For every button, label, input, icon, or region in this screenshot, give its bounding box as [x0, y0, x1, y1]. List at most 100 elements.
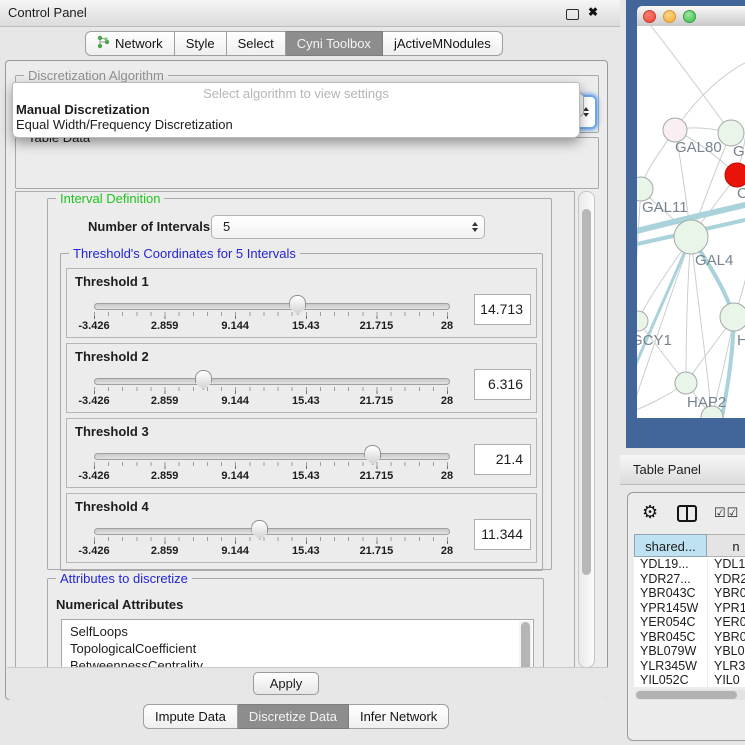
apply-button[interactable]: Apply [253, 672, 319, 695]
column-header[interactable]: shared... [634, 534, 707, 557]
tick-label: 2.859 [151, 545, 179, 557]
slider-track[interactable] [94, 453, 450, 460]
table-row[interactable]: YPR145WYPR1 [634, 601, 745, 616]
attributes-group-label: Attributes to discretize [56, 571, 192, 586]
vertical-scrollbar-thumb[interactable] [582, 209, 591, 575]
network-node-label: GAL80 [675, 139, 722, 156]
number-of-intervals-select[interactable]: 5 [211, 215, 485, 239]
apply-strip: Apply [7, 667, 608, 700]
table-row[interactable]: YLR345WYLR3 [634, 659, 745, 674]
thresholds-group: Threshold's Coordinates for 5 Intervals … [60, 253, 543, 571]
table-row[interactable]: YBL079WYBL0 [634, 644, 745, 659]
network-node[interactable] [637, 177, 653, 201]
tick-label: 9.144 [221, 395, 249, 407]
attribute-item[interactable]: TopologicalCoefficient [62, 640, 533, 657]
node-table: shared...n YDL19...YDL1YDR27...YDR2YBR04… [634, 534, 745, 687]
slider-track[interactable] [94, 378, 450, 385]
table-cell: YBR045C [634, 630, 708, 645]
threshold-label: Threshold 4 [75, 499, 149, 514]
network-edge[interactable] [637, 189, 641, 326]
minimize-traffic-light-icon[interactable] [663, 10, 676, 23]
checkboxes-icon[interactable]: ☑☑ [714, 505, 739, 521]
tab-jactivemnodules[interactable]: jActiveMNodules [383, 31, 503, 56]
network-edge[interactable] [647, 26, 731, 133]
network-edge-thick[interactable] [637, 237, 691, 371]
horizontal-scrollbar[interactable] [635, 690, 745, 700]
table-row[interactable]: YIL052CYIL0 [634, 673, 745, 687]
tab-label: Network [115, 36, 163, 51]
discretization-algorithm-label: Discretization Algorithm [24, 68, 168, 83]
network-node[interactable] [637, 311, 648, 331]
tab-style[interactable]: Style [175, 31, 227, 56]
slider-track[interactable] [94, 528, 450, 535]
network-node[interactable] [675, 372, 697, 394]
network-edge[interactable] [686, 237, 691, 383]
slider-track[interactable] [94, 303, 450, 310]
float-panel-icon[interactable] [566, 9, 579, 20]
threshold-label: Threshold 1 [75, 274, 149, 289]
tick-label: 2.859 [151, 395, 179, 407]
tab-label: Style [186, 36, 215, 51]
threshold-value-field[interactable]: 11.344 [474, 519, 531, 550]
list-scrollbar-thumb[interactable] [521, 622, 530, 668]
network-window-titlebar[interactable] [637, 6, 745, 27]
threshold-value-field[interactable]: 14.713 [474, 294, 531, 325]
attribute-item[interactable]: SelfLoops [62, 623, 533, 640]
algorithm-option[interactable]: Equal Width/Frequency Discretization [16, 117, 233, 132]
network-window-frame: GAL80GCGAL11GAL4GCY1HHAP2 [626, 0, 745, 448]
tab-infer-network[interactable]: Infer Network [349, 704, 449, 729]
zoom-traffic-light-icon[interactable] [683, 10, 696, 23]
tick-label: 28 [441, 320, 453, 332]
table-row[interactable]: YER054CYER0 [634, 615, 745, 630]
tab-label: Select [238, 36, 274, 51]
number-of-intervals-label: Number of Intervals [88, 219, 210, 234]
tab-network[interactable]: Network [85, 31, 175, 56]
tab-select[interactable]: Select [227, 31, 286, 56]
split-view-icon[interactable] [677, 505, 697, 522]
tick-label: 15.43 [292, 395, 320, 407]
column-header[interactable]: n [707, 534, 745, 557]
network-node-label: HAP2 [687, 394, 726, 411]
thresholds-group-label: Threshold's Coordinates for 5 Intervals [69, 246, 300, 261]
network-node[interactable] [725, 163, 745, 187]
threshold-value-field[interactable]: 6.316 [474, 369, 531, 400]
table-row[interactable]: YBR045CYBR0 [634, 630, 745, 645]
network-node-label: GAL4 [695, 252, 733, 269]
table-row[interactable]: YBR043CYBR0 [634, 586, 745, 601]
interval-definition-label: Interval Definition [56, 191, 164, 206]
network-node[interactable] [674, 220, 708, 254]
tab-cyni-toolbox[interactable]: Cyni Toolbox [286, 31, 383, 56]
list-scrollbar[interactable] [519, 621, 532, 668]
table-cell: YLR3 [708, 659, 745, 674]
table-cell: YIL052C [634, 673, 708, 687]
network-node[interactable] [720, 303, 745, 331]
tab-label: Cyni Toolbox [297, 36, 371, 51]
table-cell: YER0 [708, 615, 745, 630]
algorithm-option[interactable]: Manual Discretization [16, 102, 150, 117]
control-panel-titlebar: Control Panel ✖ [0, 0, 620, 27]
threshold-label: Threshold 3 [75, 424, 149, 439]
tab-impute-data[interactable]: Impute Data [143, 704, 238, 729]
threshold-value-field[interactable]: 21.4 [474, 444, 531, 475]
slider-minor-ticks [94, 537, 449, 541]
table-row[interactable]: YDR27...YDR2 [634, 572, 745, 587]
network-edge[interactable] [638, 321, 686, 383]
network-node-label: GCY1 [637, 332, 672, 349]
gear-icon[interactable]: ⚙ [642, 502, 658, 523]
vertical-scrollbar[interactable] [578, 191, 595, 668]
control-panel-title: Control Panel [8, 0, 87, 26]
close-icon[interactable]: ✖ [588, 5, 598, 19]
close-traffic-light-icon[interactable] [643, 10, 656, 23]
settings-scroll-viewport: Interval Definition Number of Intervals … [15, 191, 575, 668]
threshold-panel: Threshold 2 -3.4262.8599.14415.4321.7152… [66, 343, 537, 413]
algorithm-dropdown-popup: Select algorithm to view settings Manual… [12, 82, 580, 138]
horizontal-scrollbar-thumb[interactable] [636, 691, 737, 699]
table-cell: YBL079W [634, 644, 708, 659]
tab-label: Discretize Data [249, 709, 337, 724]
tab-discretize-data[interactable]: Discretize Data [238, 704, 349, 729]
table-cell: YPR1 [708, 601, 745, 616]
table-cell: YIL0 [708, 673, 745, 687]
tick-label: -3.426 [78, 545, 109, 557]
table-row[interactable]: YDL19...YDL1 [634, 557, 745, 572]
network-canvas[interactable]: GAL80GCGAL11GAL4GCY1HHAP2 [637, 26, 745, 418]
